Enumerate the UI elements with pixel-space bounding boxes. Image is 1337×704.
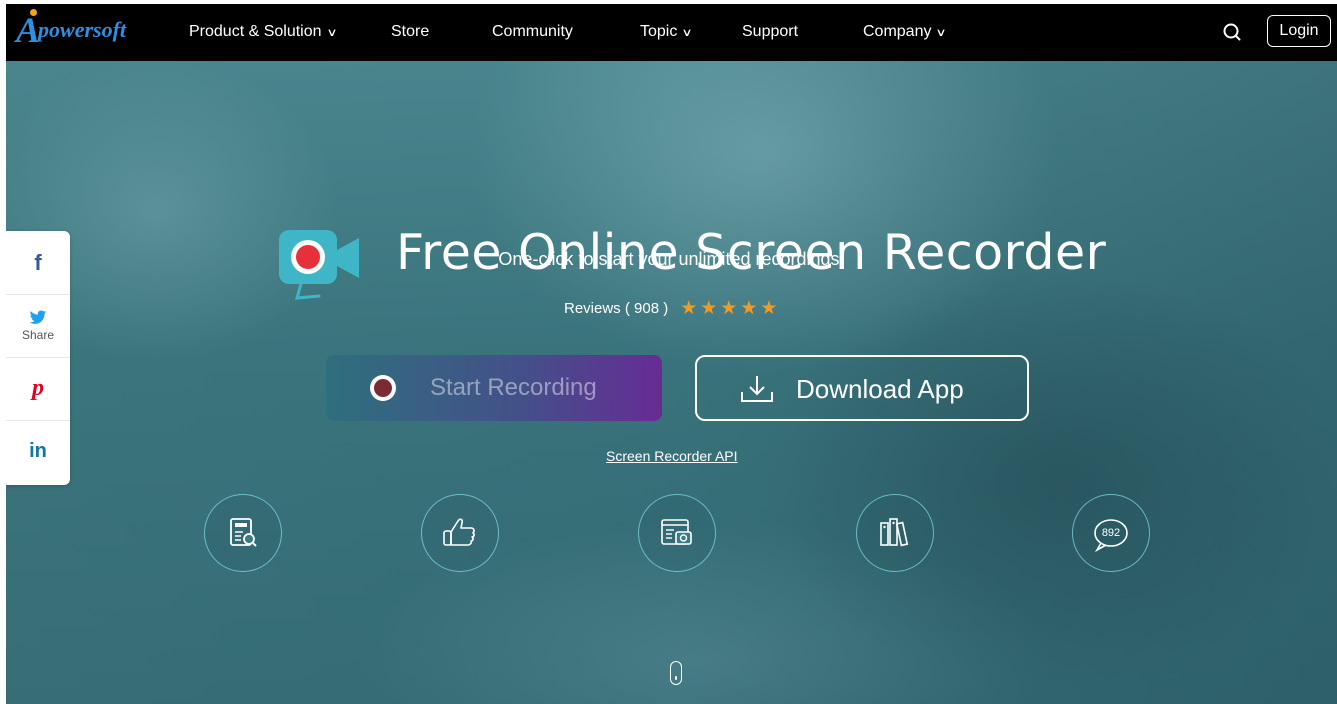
nav-store[interactable]: Store: [391, 23, 429, 41]
share-pinterest[interactable]: p: [6, 357, 70, 421]
chevron-down-icon: ∨: [935, 26, 948, 39]
download-app-button[interactable]: Download App: [695, 355, 1029, 421]
feature-thumbs-up[interactable]: [421, 494, 499, 572]
nav-label: Company: [863, 23, 932, 40]
nav-label: Product & Solution: [189, 23, 322, 40]
feature-comments[interactable]: 892: [1072, 494, 1150, 572]
feature-document-search[interactable]: [204, 494, 282, 572]
document-search-icon: [230, 518, 257, 547]
hero-background: [6, 61, 1337, 704]
nav-label: Community: [492, 23, 573, 40]
hero-section: f Share p in Free Online Screen Recorder…: [6, 61, 1337, 704]
reviews-rating[interactable]: Reviews ( 908 ) ★ ★ ★ ★ ★: [564, 299, 777, 318]
record-icon: [370, 375, 396, 401]
twitter-icon: [29, 310, 47, 324]
start-recording-button[interactable]: Start Recording: [326, 355, 662, 421]
comment-count: 892: [1101, 527, 1121, 539]
apowersoft-logo[interactable]: Apowersoft: [16, 9, 127, 50]
star-icon: ★: [720, 298, 738, 319]
nav-product-solution[interactable]: Product & Solution ∨: [189, 23, 338, 41]
screenshot-camera-icon: [661, 519, 692, 545]
nav-label: Topic: [640, 23, 678, 40]
download-app-label: Download App: [796, 374, 964, 404]
share-label: Share: [21, 327, 55, 342]
star-icon: ★: [740, 298, 758, 319]
star-icon: ★: [700, 298, 718, 319]
top-navigation: Apowersoft Product & Solution ∨ Store Com…: [6, 4, 1337, 61]
search-icon[interactable]: [1222, 22, 1242, 42]
star-icon: ★: [680, 298, 698, 319]
login-button[interactable]: Login: [1267, 15, 1331, 47]
start-recording-label: Start Recording: [430, 374, 597, 401]
download-icon: [741, 376, 773, 402]
rating-stars: ★ ★ ★ ★ ★: [680, 299, 777, 318]
nav-company[interactable]: Company ∨: [863, 23, 948, 41]
page-frame: Apowersoft Product & Solution ∨ Store Com…: [6, 4, 1337, 704]
share-linkedin[interactable]: in: [6, 420, 70, 483]
nav-label: Store: [391, 23, 430, 40]
logo-letter: A: [16, 9, 41, 50]
hero-subtitle: One-click to start your unlimited record…: [498, 249, 845, 269]
screen-recorder-api-link[interactable]: Screen Recorder API: [606, 448, 738, 464]
feature-library[interactable]: [856, 494, 934, 572]
share-twitter[interactable]: Share: [6, 294, 70, 358]
nav-label: Support: [742, 23, 799, 40]
logo-text: powersoft: [38, 17, 127, 42]
scroll-down-icon[interactable]: [670, 661, 682, 685]
linkedin-icon: in: [29, 440, 47, 462]
pinterest-icon: p: [32, 375, 44, 401]
thumbs-up-icon: [443, 518, 475, 546]
nav-topic[interactable]: Topic ∨: [640, 23, 694, 41]
reviews-label: Reviews ( 908 ): [564, 300, 669, 317]
feature-screenshot[interactable]: [638, 494, 716, 572]
star-icon: ★: [760, 298, 778, 319]
chevron-down-icon: ∨: [325, 26, 338, 39]
nav-support[interactable]: Support: [742, 23, 798, 41]
library-books-icon: [880, 518, 909, 547]
nav-community[interactable]: Community: [492, 23, 573, 41]
chevron-down-icon: ∨: [681, 26, 694, 39]
